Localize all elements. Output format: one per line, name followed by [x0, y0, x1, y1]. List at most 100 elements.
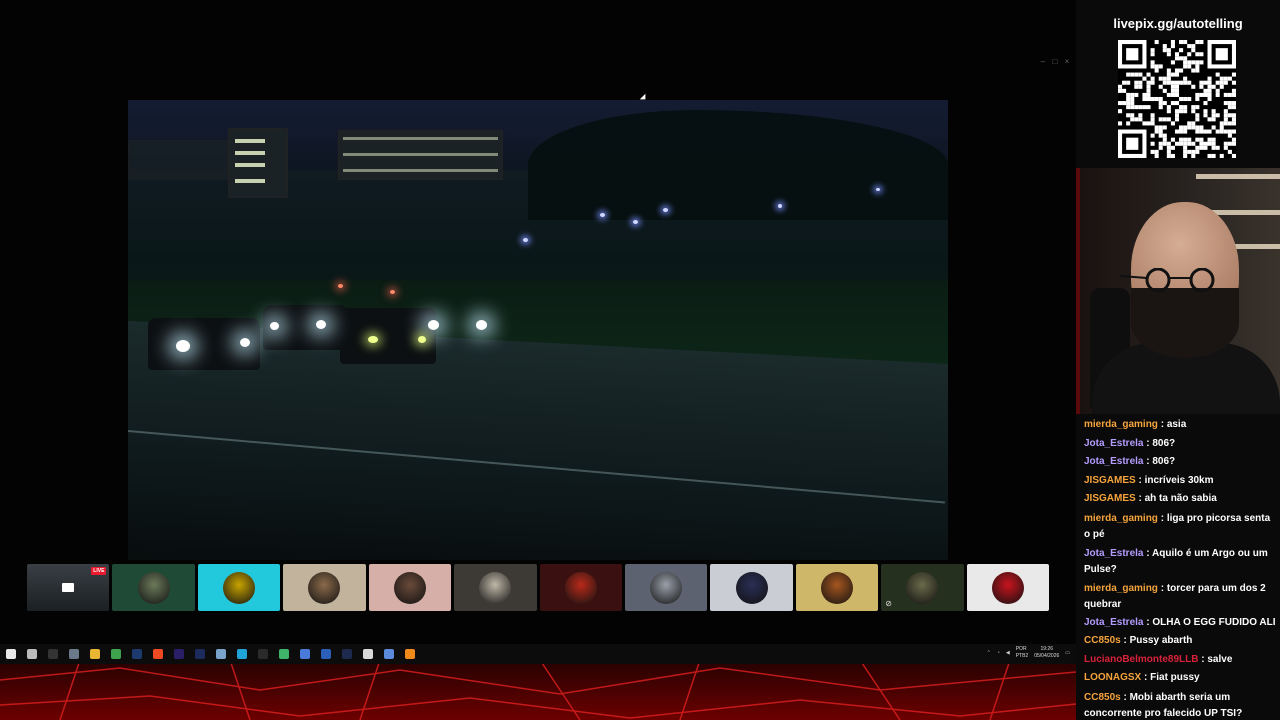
thumbnail-stream-preview[interactable]: LIVE	[27, 564, 110, 611]
task-view-icon[interactable]	[27, 649, 37, 659]
participant-avatar	[906, 571, 939, 604]
volume-icon[interactable]: ◀	[1006, 650, 1010, 656]
word-icon[interactable]	[321, 649, 331, 659]
participant-avatar	[308, 571, 341, 604]
input-language[interactable]: POR PTB2	[1016, 646, 1029, 660]
distant-light	[600, 213, 605, 217]
headlight	[176, 340, 190, 352]
wifi-icon[interactable]: ◔	[997, 650, 1000, 656]
participant-avatar	[393, 571, 426, 604]
chat-message: mierda_gaming : liga pro picorsa senta o…	[1080, 509, 1276, 544]
thumbnail-participant-2[interactable]	[112, 564, 195, 611]
thumbnail-participant-3[interactable]	[197, 564, 281, 611]
video-building	[228, 128, 288, 198]
thumbnail-participant-5[interactable]	[368, 564, 452, 611]
brave-icon[interactable]	[153, 649, 163, 659]
steam-icon[interactable]	[69, 649, 79, 659]
chat-message: JISGAMES : incríveis 30km	[1080, 472, 1276, 491]
chat-message: Jota_Estrela : 806?	[1080, 435, 1276, 454]
chat-message: CC850s : Mobi abarth seria um concorrent…	[1080, 688, 1276, 720]
chat-separator: :	[1120, 635, 1130, 646]
thumbnail-participant-12[interactable]	[966, 564, 1050, 611]
chat-username[interactable]: Jota_Estrela	[1084, 548, 1143, 559]
chat-username[interactable]: CC850s	[1084, 692, 1121, 703]
headlight	[316, 320, 326, 329]
minimize-button[interactable]: –	[1040, 57, 1046, 66]
chat-username[interactable]: Jota_Estrela	[1084, 456, 1143, 467]
participant-avatar	[223, 571, 256, 604]
chat-username[interactable]: LOONAGSX	[1084, 672, 1141, 683]
capcut-icon[interactable]	[363, 649, 373, 659]
participant-thumbnail-strip: LIVE ⊘	[27, 564, 1050, 612]
obs-icon[interactable]	[48, 649, 58, 659]
main-video[interactable]	[128, 100, 948, 560]
chrome-icon[interactable]	[111, 649, 121, 659]
headlight	[476, 320, 487, 330]
livepix-link: livepix.gg/autotelling	[1113, 16, 1243, 31]
chat-text: incríveis 30km	[1144, 474, 1214, 486]
participant-avatar	[821, 571, 853, 604]
thumbnail-participant-6[interactable]	[454, 564, 537, 611]
chat-username[interactable]: CC850s	[1084, 635, 1121, 646]
distant-light	[523, 238, 528, 242]
thumbnail-participant-9[interactable]	[710, 564, 793, 611]
muted-mic-icon: ⊘	[885, 599, 892, 608]
chat-feed: mierda_gaming : asia Jota_Estrela : 806? J…	[1076, 414, 1280, 720]
participant-avatar	[564, 571, 597, 604]
taskbar-icons	[6, 649, 426, 659]
monitor-icon	[62, 583, 75, 592]
maps-icon[interactable]	[279, 649, 289, 659]
network-app-icon[interactable]	[384, 649, 394, 659]
chat-message: CC850s : Pussy abarth	[1080, 632, 1276, 651]
thumbnail-participant-7[interactable]	[539, 564, 622, 611]
tray-chevron-icon[interactable]: ⌃	[987, 650, 991, 656]
distant-light	[633, 220, 638, 224]
premiere-icon[interactable]	[174, 649, 184, 659]
app-icon[interactable]	[258, 649, 268, 659]
chat-username[interactable]: mierda_gaming	[1084, 419, 1158, 430]
media-encoder-icon[interactable]	[195, 649, 205, 659]
notification-icon[interactable]: ▭	[1065, 650, 1070, 656]
photoshop-icon[interactable]	[132, 649, 142, 659]
close-button[interactable]: ×	[1064, 57, 1070, 66]
notes-icon[interactable]	[216, 649, 226, 659]
chat-separator: :	[1157, 419, 1167, 430]
chat-username[interactable]: mierda_gaming	[1084, 583, 1158, 594]
thumbnail-participant-8[interactable]	[624, 564, 708, 611]
chat-username[interactable]: mierda_gaming	[1084, 513, 1158, 524]
chat-username[interactable]: LucianoBelmonte89LLB	[1084, 654, 1198, 665]
edge-icon[interactable]	[237, 649, 247, 659]
chat-separator: :	[1135, 493, 1145, 504]
chat-separator: :	[1143, 547, 1152, 559]
chat-username[interactable]: Jota_Estrela	[1084, 438, 1143, 449]
thumbnail-participant-11[interactable]: ⊘	[881, 564, 964, 611]
live-badge: LIVE	[91, 567, 107, 575]
video-building	[128, 140, 228, 180]
headlight	[428, 320, 439, 330]
chat-separator: :	[1120, 691, 1130, 703]
windows-start-icon[interactable]	[6, 649, 16, 659]
chat-username[interactable]: Jota_Estrela	[1084, 617, 1143, 628]
maximize-button[interactable]: □	[1052, 57, 1058, 66]
clock[interactable]: 19:26 05/04/2026	[1034, 646, 1059, 660]
chat-message: Jota_Estrela : Aquilo é um Argo ou um Pu…	[1080, 544, 1276, 579]
vlc-icon[interactable]	[405, 649, 415, 659]
file-explorer-icon[interactable]	[90, 649, 100, 659]
chat-message: mierda_gaming : asia	[1080, 416, 1276, 435]
audition-icon[interactable]	[342, 649, 352, 659]
chat-text: 806?	[1152, 437, 1176, 449]
chat-separator: :	[1157, 582, 1167, 594]
chat-icon[interactable]	[300, 649, 310, 659]
chat-text: asia	[1166, 419, 1187, 430]
thumbnail-participant-10[interactable]	[795, 564, 879, 611]
taillight	[338, 284, 343, 288]
language-code: POR	[1015, 646, 1027, 652]
chat-message: Jota_Estrela : OLHA O EGG FUDIDO ALI	[1080, 614, 1276, 633]
chat-text: Fiat pussy	[1150, 672, 1200, 683]
chat-username[interactable]: JISGAMES	[1084, 493, 1136, 504]
taskbar: ⌃ ◔ ◀ POR PTB2 19:26 05/04/2026 ▭	[0, 644, 1076, 664]
thumbnail-participant-4[interactable]	[283, 564, 366, 611]
distant-light	[663, 208, 668, 212]
chat-username[interactable]: JISGAMES	[1084, 475, 1136, 486]
chat-text: ah ta não sabia	[1144, 493, 1217, 504]
